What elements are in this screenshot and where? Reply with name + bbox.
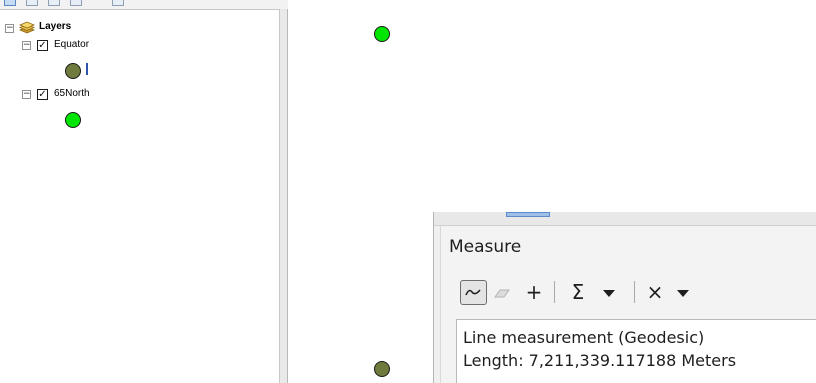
collapse-65north-toggle[interactable]: − (22, 90, 31, 99)
measure-area-button[interactable] (492, 279, 512, 305)
toc-toolbar (0, 0, 288, 9)
measure-line-icon (465, 289, 481, 296)
measure-toolbar: + Σ × (448, 275, 816, 309)
65north-visibility-checkbox[interactable]: ✓ (37, 89, 48, 100)
measurement-length-text: Length: 7,211,339.117188 Meters (463, 351, 737, 370)
equator-visibility-checkbox[interactable]: ✓ (37, 40, 48, 51)
measure-title: Measure (449, 237, 522, 257)
layers-root-label[interactable]: Layers (39, 21, 71, 32)
65north-map-point[interactable] (374, 26, 390, 42)
measure-line-button[interactable] (460, 280, 487, 305)
layer-tree: − Layers − ✓ Equator − ✓ 65North (0, 9, 280, 383)
collapse-equator-toggle[interactable]: − (22, 41, 31, 50)
toc-splitter[interactable] (280, 9, 288, 383)
measure-window-tab[interactable] (506, 212, 550, 217)
equator-layer-label[interactable]: Equator (54, 39, 89, 50)
collapse-layers-toggle[interactable]: − (5, 24, 14, 33)
measure-feature-button[interactable]: + (524, 279, 544, 305)
list-by-source-button[interactable] (26, 0, 38, 6)
toc-options-button[interactable] (112, 0, 124, 6)
toolbar-separator (634, 281, 635, 303)
measure-result-box: Line measurement (Geodesic) Length: 7,21… (456, 319, 816, 383)
measure-area-icon (494, 289, 510, 298)
clear-and-reset-button[interactable]: × (644, 279, 666, 305)
units-dropdown-caret[interactable] (603, 290, 615, 297)
measurement-mode-text: Line measurement (Geodesic) (463, 328, 705, 347)
equator-marker-icon (86, 63, 88, 75)
table-of-contents-panel: − Layers − ✓ Equator − ✓ 65North (0, 0, 288, 383)
measure-window: Measure + Σ × Line measurement (Geodesic… (433, 212, 816, 383)
measure-window-top-edge (434, 212, 816, 226)
equator-symbol-icon (65, 63, 81, 79)
show-total-button[interactable]: Σ (567, 279, 589, 305)
layers-icon (19, 21, 35, 34)
equator-map-point[interactable] (374, 361, 390, 377)
list-by-selection-button[interactable] (70, 0, 82, 6)
clear-dropdown-caret[interactable] (677, 290, 689, 297)
list-by-drawing-order-button[interactable] (4, 0, 16, 6)
list-by-visibility-button[interactable] (48, 0, 60, 6)
65north-layer-label[interactable]: 65North (54, 88, 90, 99)
65north-symbol-icon (65, 112, 81, 128)
toolbar-separator (554, 281, 555, 303)
